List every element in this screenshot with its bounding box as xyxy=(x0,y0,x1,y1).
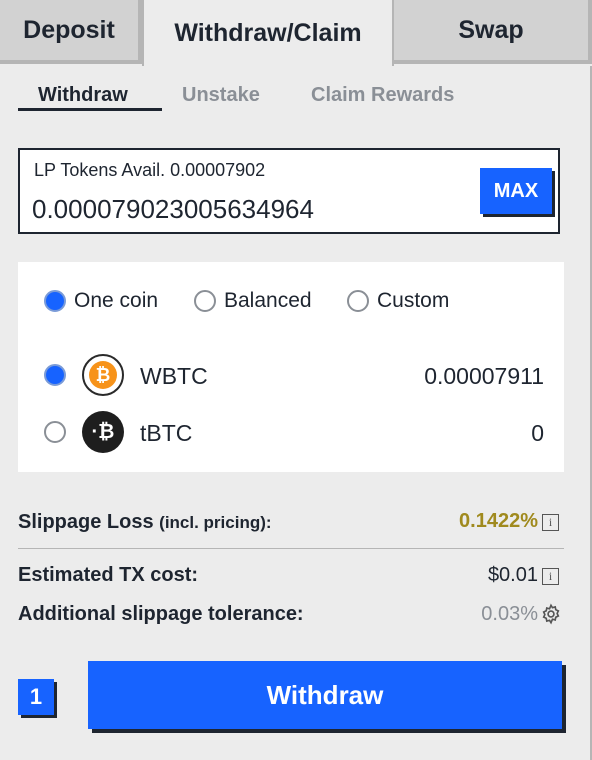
radio-one-coin[interactable] xyxy=(44,290,66,312)
slippage-loss-label: Slippage Loss (incl. pricing): xyxy=(18,511,272,534)
slippage-tolerance-value: 0.03% xyxy=(481,603,538,625)
withdraw-button[interactable]: Withdraw xyxy=(88,661,562,729)
withdraw-panel: Deposit Withdraw/Claim Swap Withdraw Uns… xyxy=(0,0,592,760)
slippage-loss-value: 0.1422% xyxy=(459,510,538,532)
subtab-claim-rewards[interactable]: Claim Rewards xyxy=(311,84,454,107)
subtab-unstake[interactable]: Unstake xyxy=(182,84,260,107)
lp-token-field: LP Tokens Avail. 0.00007902 MAX xyxy=(18,148,560,234)
radio-custom[interactable] xyxy=(347,290,369,312)
lp-available-label: LP Tokens Avail. 0.00007902 xyxy=(34,160,266,180)
info-icon[interactable]: i xyxy=(542,568,559,585)
lp-amount-input[interactable] xyxy=(32,194,462,225)
coin-amount-tbtc: 0 xyxy=(531,420,544,446)
coin-selection-panel: One coin Balanced Custom ₿ WBTC 0.000079… xyxy=(18,262,564,472)
coin-amount-wbtc: 0.00007911 xyxy=(424,363,544,389)
step-badge: 1 xyxy=(18,679,54,715)
slippage-loss-title: Slippage Loss xyxy=(18,511,154,533)
radio-coin-wbtc[interactable] xyxy=(44,364,66,386)
coin-name-wbtc: WBTC xyxy=(140,363,208,389)
tab-deposit[interactable]: Deposit xyxy=(0,0,142,64)
tab-withdraw-claim[interactable]: Withdraw/Claim xyxy=(142,0,394,66)
tbtc-icon: ·₿ xyxy=(82,411,124,453)
coin-name-tbtc: tBTC xyxy=(140,420,193,446)
info-icon[interactable]: i xyxy=(542,514,559,531)
tab-swap[interactable]: Swap xyxy=(394,0,592,64)
max-button[interactable]: MAX xyxy=(480,168,552,214)
tx-cost-value: $0.01 xyxy=(487,564,538,586)
option-custom-label: Custom xyxy=(377,289,450,312)
tx-cost-label: Estimated TX cost: xyxy=(18,564,199,586)
radio-coin-tbtc[interactable] xyxy=(44,421,66,443)
slippage-loss-subtitle: (incl. pricing): xyxy=(159,513,272,532)
subtab-active-underline xyxy=(18,108,162,111)
option-one-coin-label: One coin xyxy=(74,289,159,312)
main-tabs: Deposit Withdraw/Claim Swap xyxy=(0,0,592,66)
divider xyxy=(18,548,564,549)
radio-balanced[interactable] xyxy=(194,290,216,312)
gear-icon[interactable] xyxy=(540,603,562,625)
bitcoin-icon: ₿ xyxy=(82,354,124,396)
slippage-tolerance-label: Additional slippage tolerance: xyxy=(18,603,304,625)
subtab-withdraw[interactable]: Withdraw xyxy=(38,84,128,107)
option-balanced-label: Balanced xyxy=(224,289,312,312)
